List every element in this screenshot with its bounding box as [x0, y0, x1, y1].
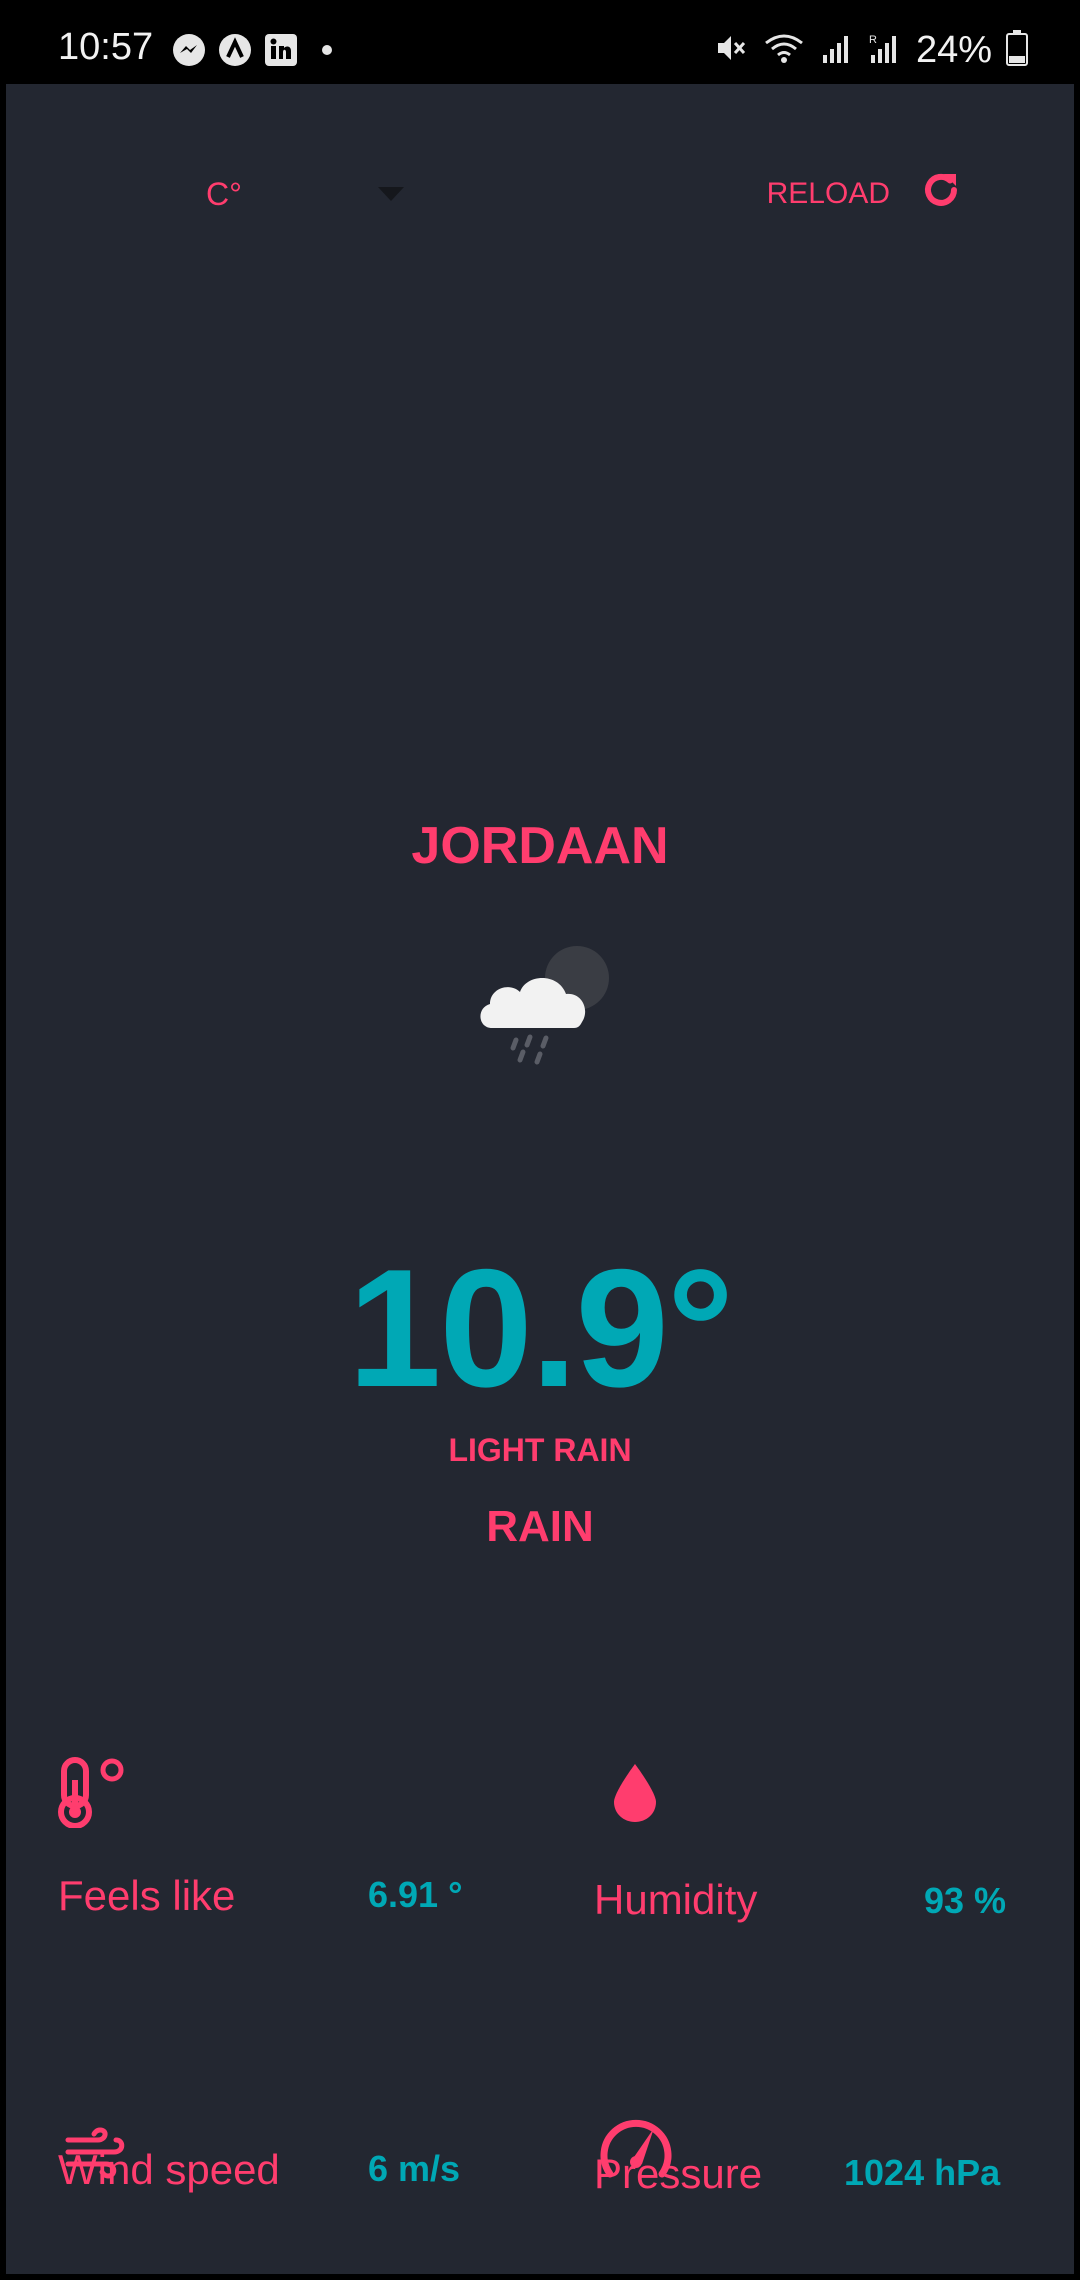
chevron-down-icon — [378, 187, 404, 201]
wifi-icon — [762, 31, 806, 70]
app-a-icon — [218, 33, 252, 67]
weather-description: LIGHT RAIN — [448, 1432, 632, 1468]
more-dot-icon — [310, 33, 344, 67]
notification-icons — [172, 30, 344, 70]
pressure-value: 1024 hPa — [844, 2152, 1001, 2193]
mute-icon — [714, 31, 748, 70]
status-bar: 10:57 R 24% — [0, 0, 1080, 84]
feels-like-label: Feels like — [58, 1872, 236, 1919]
water-drop-icon — [610, 1760, 660, 1829]
signal-r-icon: R — [868, 31, 902, 70]
city-name: JORDAAN — [411, 817, 669, 875]
battery-icon — [1006, 29, 1028, 71]
unit-select-value: C° — [206, 175, 242, 212]
status-time: 10:57 — [58, 26, 154, 68]
wind-speed-value: 6 m/s — [368, 2148, 461, 2189]
temperature: 10.9° — [347, 1234, 734, 1422]
humidity-label: Humidity — [594, 1876, 758, 1923]
humidity-value: 93 % — [924, 1880, 1007, 1921]
weather-main: RAIN — [486, 1502, 594, 1551]
svg-text:R: R — [869, 34, 877, 46]
refresh-icon — [920, 169, 962, 219]
cloud-rain-night-icon — [470, 938, 620, 1068]
reload-label: RELOAD — [766, 177, 890, 210]
unit-select[interactable]: C° — [206, 164, 426, 224]
signal-icon — [820, 31, 854, 70]
pressure-label: Pressure — [594, 2150, 763, 2197]
system-icons: R 24% — [714, 26, 1028, 74]
reload-button[interactable]: RELOAD — [767, 164, 962, 224]
battery-percent: 24% — [915, 28, 992, 71]
weather-app: C° RELOAD JORDAAN 10.9° LIGHT RAIN RAIN — [6, 84, 1074, 2274]
wind-speed-label: Wind speed — [58, 2146, 280, 2193]
messenger-icon — [172, 33, 206, 67]
feels-like-value: 6.91 ° — [368, 1874, 463, 1915]
linkedin-icon — [264, 33, 298, 67]
thermometer-icon — [56, 1756, 134, 1833]
